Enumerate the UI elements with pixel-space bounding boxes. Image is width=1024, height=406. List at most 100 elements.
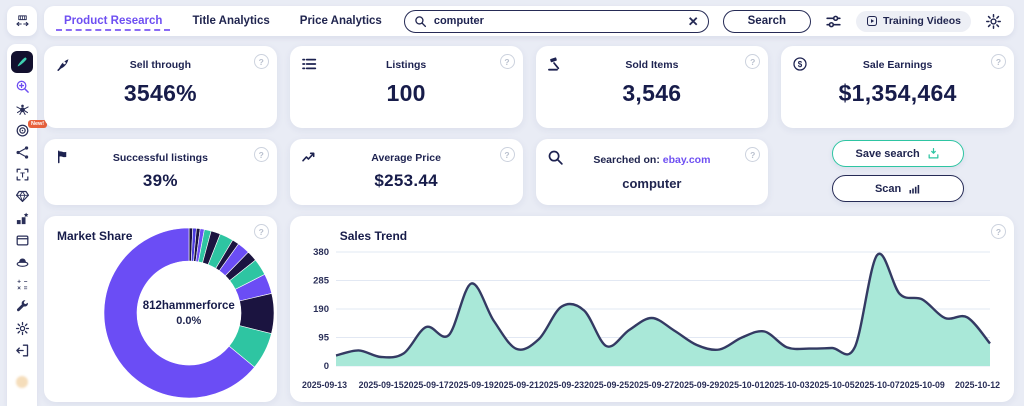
- help-icon[interactable]: ?: [254, 147, 269, 162]
- svg-text:2025-09-25: 2025-09-25: [584, 380, 629, 390]
- svg-text:=: =: [23, 285, 27, 292]
- pen-tool-icon: [15, 55, 29, 69]
- wrench-icon: [15, 299, 30, 314]
- network-icon: [15, 145, 30, 160]
- tab-title-analytics[interactable]: Title Analytics: [184, 11, 277, 31]
- sidebar-item-diamond[interactable]: [12, 188, 32, 205]
- sidebar-item-podium-star[interactable]: [12, 210, 32, 227]
- stat-card-sale-earnings: $ Sale Earnings $1,354,464 ?: [781, 46, 1014, 128]
- search-value: computer: [434, 15, 681, 27]
- stat-value: 100: [386, 80, 425, 107]
- help-icon[interactable]: ?: [991, 54, 1006, 69]
- gavel-icon: [547, 56, 563, 72]
- svg-text:2025-10-07: 2025-10-07: [854, 380, 899, 390]
- svg-text:285: 285: [313, 276, 330, 287]
- search-button[interactable]: Search: [723, 10, 811, 33]
- sidebar-collapse-button[interactable]: [7, 6, 37, 36]
- stat-label: Average Price: [371, 152, 441, 164]
- dollar-icon: $: [792, 56, 808, 72]
- svg-text:2025-09-17: 2025-09-17: [403, 380, 448, 390]
- svg-text:0: 0: [323, 361, 328, 372]
- svg-text:2025-10-01: 2025-10-01: [719, 380, 764, 390]
- clear-search-icon[interactable]: ✕: [688, 15, 699, 28]
- svg-text:190: 190: [313, 304, 329, 315]
- search-plus-icon: [15, 79, 30, 94]
- sidebar-item-search-plus[interactable]: [12, 78, 32, 95]
- save-search-button[interactable]: Save search: [832, 140, 964, 167]
- play-video-icon: [866, 15, 878, 27]
- svg-text:2025-09-19: 2025-09-19: [449, 380, 494, 390]
- sidebar-item-pen-tool[interactable]: [11, 51, 33, 73]
- svg-text:−: −: [23, 278, 27, 285]
- tab-price-analytics[interactable]: Price Analytics: [292, 11, 390, 31]
- sidebar-item-gear[interactable]: [12, 320, 32, 337]
- rocket-icon: [55, 56, 72, 73]
- top-navigation-bar: Product Research Title Analytics Price A…: [44, 6, 1014, 36]
- svg-text:2025-09-15: 2025-09-15: [358, 380, 403, 390]
- signal-bars-icon: [908, 183, 920, 195]
- settings-gear-icon[interactable]: [985, 13, 1002, 30]
- calculator-icon: +−×=: [15, 277, 30, 292]
- action-buttons: Save search Scan: [781, 139, 1014, 205]
- svg-text:95: 95: [318, 333, 329, 344]
- sales-trend-title: Sales Trend: [340, 229, 407, 243]
- svg-text:T: T: [20, 170, 25, 179]
- training-videos-button[interactable]: Training Videos: [856, 11, 971, 32]
- searched-on-card: Searched on: ebay.com computer ?: [536, 139, 769, 205]
- flag-icon: [55, 149, 70, 164]
- help-icon[interactable]: ?: [254, 54, 269, 69]
- svg-text:2025-09-13: 2025-09-13: [302, 380, 347, 390]
- help-icon[interactable]: ?: [500, 147, 515, 162]
- svg-text:2025-10-09: 2025-10-09: [900, 380, 945, 390]
- sidebar-item-target[interactable]: New!: [12, 122, 32, 139]
- filters-icon[interactable]: [825, 13, 842, 30]
- stat-label: Sale Earnings: [863, 59, 932, 71]
- search-input[interactable]: computer ✕: [404, 10, 709, 33]
- training-videos-label: Training Videos: [883, 15, 961, 27]
- sidebar-item-network[interactable]: [12, 144, 32, 161]
- sales-trend-card: Sales Trend ? 0951902853802025-09-132025…: [290, 216, 1014, 402]
- tab-product-research[interactable]: Product Research: [56, 11, 170, 31]
- sidebar-item-spy[interactable]: [12, 254, 32, 271]
- sidebar-item-window-box[interactable]: [12, 232, 32, 249]
- magnifier-icon: [547, 149, 564, 166]
- stat-value: 39%: [143, 171, 178, 191]
- help-icon[interactable]: ?: [991, 224, 1006, 239]
- sidebar-item-wrench[interactable]: [12, 298, 32, 315]
- help-icon[interactable]: ?: [745, 54, 760, 69]
- stat-value: 3,546: [622, 80, 681, 107]
- podium-star-icon: [15, 211, 30, 226]
- help-icon[interactable]: ?: [500, 54, 515, 69]
- save-search-label: Save search: [856, 148, 920, 160]
- searched-site[interactable]: ebay.com: [663, 154, 711, 166]
- svg-text:2025-09-27: 2025-09-27: [629, 380, 674, 390]
- sidebar-item-spider[interactable]: [12, 100, 32, 117]
- sales-trend-chart[interactable]: 0951902853802025-09-132025-09-152025-09-…: [296, 242, 1002, 396]
- stat-value: $1,354,464: [839, 80, 957, 107]
- market-share-donut[interactable]: 812hammerforce 0.0%: [101, 225, 277, 401]
- scan-button[interactable]: Scan: [832, 175, 964, 202]
- save-tray-icon: [927, 147, 940, 160]
- stat-card-listings: Listings 100 ?: [290, 46, 523, 128]
- window-box-icon: [15, 233, 30, 248]
- svg-text:2025-09-21: 2025-09-21: [494, 380, 539, 390]
- sidebar-item-logout[interactable]: [12, 342, 32, 359]
- stat-label: Listings: [386, 59, 426, 71]
- svg-text:2025-09-29: 2025-09-29: [674, 380, 719, 390]
- stat-label: Successful listings: [113, 152, 208, 164]
- svg-text:2025-10-05: 2025-10-05: [809, 380, 854, 390]
- stat-label: Sold Items: [625, 59, 678, 71]
- market-share-card: Market Share ? 812hammerforce 0.0%: [44, 216, 277, 402]
- searched-on-label: Searched on:: [593, 154, 660, 166]
- stat-card-sold-items: Sold Items 3,546 ?: [536, 46, 769, 128]
- list-icon: [301, 56, 317, 72]
- sidebar-item-calculator[interactable]: +−×=: [12, 276, 32, 293]
- sidebar-item-title-frame[interactable]: T: [12, 166, 32, 183]
- dashboard-content: Sell through 3546% ? Listings 100 ? Sold…: [44, 46, 1014, 402]
- gear-icon: [15, 321, 30, 336]
- sidebar: New! T +−×=: [7, 44, 37, 406]
- stat-card-average-price: Average Price $253.44 ?: [290, 139, 523, 205]
- help-icon[interactable]: ?: [745, 147, 760, 162]
- donut-center-percent: 0.0%: [176, 315, 201, 327]
- svg-text:$: $: [798, 60, 803, 69]
